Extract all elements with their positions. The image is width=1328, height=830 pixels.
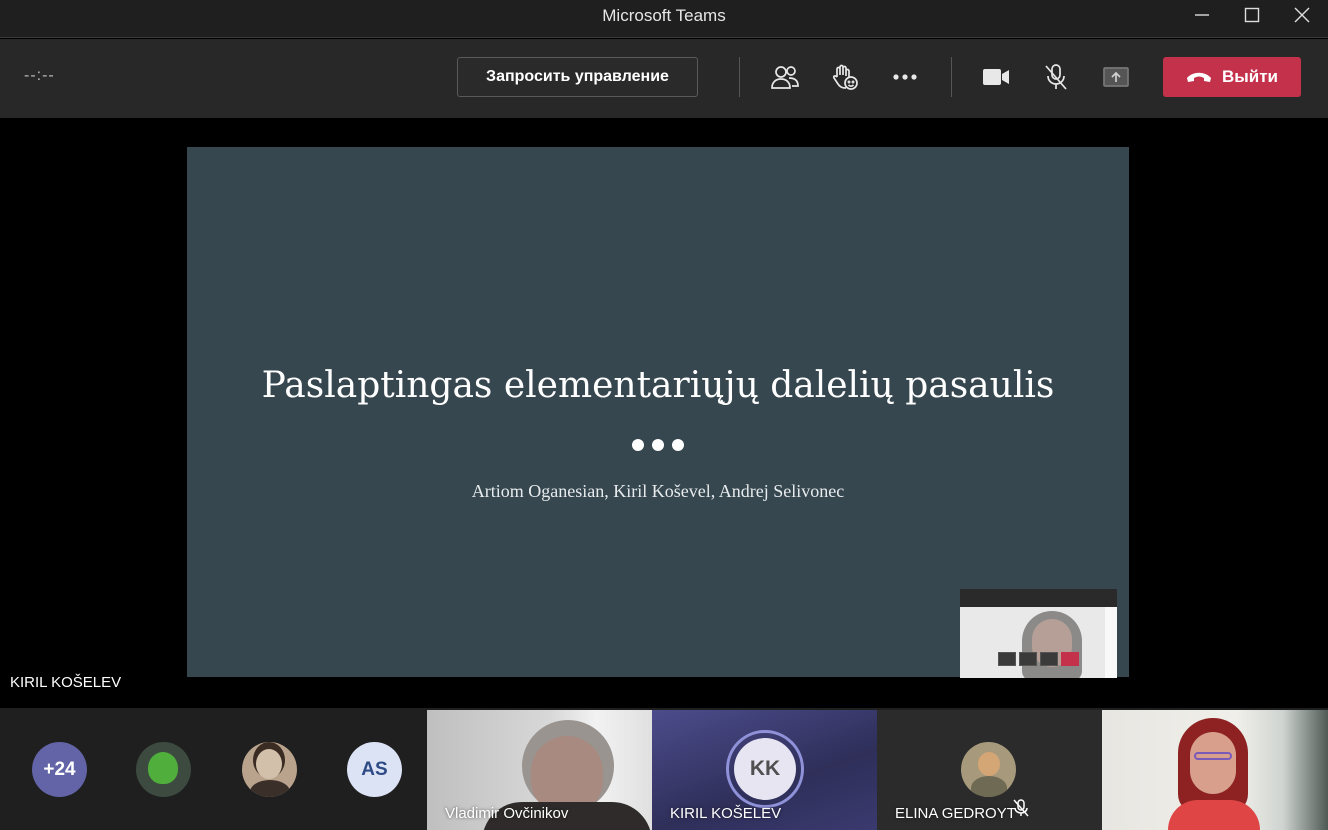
participant-video-tile[interactable] [1102, 710, 1328, 830]
preview-camera-icon[interactable] [998, 652, 1016, 666]
preview-hangup-icon[interactable] [1061, 652, 1079, 666]
participant-avatar-initials[interactable]: AS [347, 742, 402, 797]
participant-name: ELINA GEDROYT [895, 805, 1016, 822]
sharing-preview-bar [960, 589, 1117, 607]
participants-icon [771, 66, 799, 89]
preview-share-icon[interactable] [1040, 652, 1058, 666]
more-participants-button[interactable]: +24 [32, 742, 87, 797]
more-actions-button[interactable] [885, 59, 925, 95]
speaking-indicator: KK [726, 730, 804, 808]
toolbar-divider [739, 57, 740, 97]
participant-video-tile[interactable]: ELINA GEDROYT [877, 710, 1102, 830]
participant-name: Vladimir Ovčinikov [445, 805, 569, 822]
mic-off-icon [1045, 64, 1067, 90]
participant-strip: +24 AS Vladimir Ovčinikov KK KIRIL KOŠEL… [0, 708, 1328, 830]
hang-up-icon [1186, 72, 1211, 82]
slide-authors: Artiom Oganesian, Kiril Koševel, Andrej … [471, 481, 845, 501]
video-camera-icon [983, 69, 1009, 85]
close-icon [1294, 7, 1310, 23]
meeting-toolbar: --:-- Запросить управление Выйти [0, 39, 1328, 118]
reactions-button[interactable] [825, 59, 865, 95]
slide-title: Paslaptingas elementariųjų dalelių pasau… [261, 365, 1055, 406]
participant-avatar[interactable] [136, 742, 191, 797]
participants-button[interactable] [765, 59, 805, 95]
meeting-timer: --:-- [24, 67, 55, 84]
presenter-name: KIRIL KOŠELEV [10, 674, 122, 691]
participant-avatar[interactable] [242, 742, 297, 797]
participant-initials: KK [734, 738, 796, 800]
microphone-button[interactable] [1036, 59, 1076, 95]
minimize-icon [1195, 14, 1209, 16]
leave-button[interactable]: Выйти [1163, 57, 1301, 97]
meeting-stage: Paslaptingas elementariųjų dalelių pasau… [0, 118, 1328, 708]
title-bar: Microsoft Teams [0, 0, 1328, 38]
request-control-button[interactable]: Запросить управление [457, 57, 698, 97]
mic-muted-icon [1013, 799, 1029, 822]
share-content-button[interactable] [1096, 59, 1136, 95]
slide-dots-decoration [187, 439, 1129, 451]
preview-controls [998, 652, 1079, 666]
participant-video-tile[interactable]: KK KIRIL KOŠELEV [652, 710, 877, 830]
minimize-button[interactable] [1177, 0, 1227, 30]
toolbar-divider [951, 57, 952, 97]
preview-mic-icon[interactable] [1019, 652, 1037, 666]
camera-button[interactable] [976, 59, 1016, 95]
participant-avatar [961, 742, 1016, 797]
leave-label: Выйти [1221, 67, 1279, 86]
maximize-icon [1244, 7, 1260, 23]
participant-video-tile[interactable]: Vladimir Ovčinikov [427, 710, 652, 830]
share-screen-icon [1103, 67, 1129, 87]
sharing-preview-window[interactable] [960, 589, 1117, 678]
raise-hand-icon [832, 64, 858, 90]
maximize-button[interactable] [1227, 0, 1277, 30]
close-button[interactable] [1277, 0, 1327, 30]
window-title: Microsoft Teams [602, 6, 726, 25]
more-icon [893, 74, 917, 80]
participant-name: KIRIL KOŠELEV [670, 805, 782, 822]
